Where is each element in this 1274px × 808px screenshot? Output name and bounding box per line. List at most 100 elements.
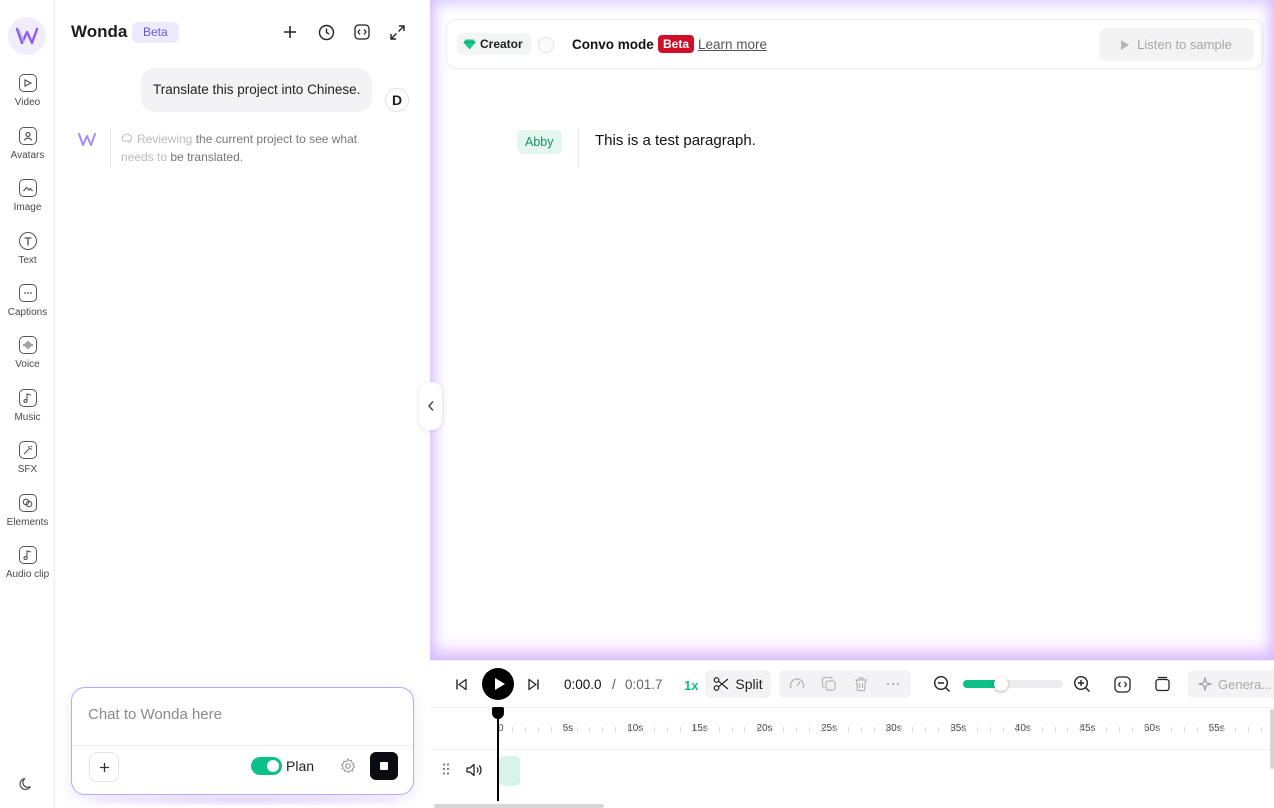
ruler-tick (1170, 727, 1172, 732)
layers-icon (1154, 676, 1170, 691)
ruler-tick (1093, 727, 1095, 732)
brain-icon (121, 133, 133, 143)
speaker-tag[interactable]: Abby (517, 130, 562, 154)
add-attachment-button[interactable] (89, 752, 119, 782)
split-button[interactable]: Split (705, 670, 771, 698)
editor-toolbar: Creator Convo mode Beta Learn more Liste… (446, 19, 1263, 69)
zoom-in-button[interactable] (1073, 675, 1091, 693)
listen-sample-button[interactable]: Listen to sample (1099, 28, 1254, 61)
trash-icon[interactable] (853, 676, 869, 692)
ruler-tick (912, 727, 914, 732)
stop-icon (380, 762, 388, 770)
ruler-tick (731, 727, 733, 732)
stop-button[interactable] (370, 752, 398, 780)
generate-button[interactable]: Genera... (1188, 670, 1274, 698)
zoom-out-button[interactable] (933, 675, 951, 693)
audio-clip-block[interactable] (499, 756, 520, 786)
rail-item-video[interactable]: Video (0, 72, 55, 120)
ruler-tick (1002, 727, 1004, 732)
video-icon (18, 74, 37, 92)
ruler-tick (1067, 727, 1069, 732)
ruler-tick (1132, 727, 1134, 732)
gear-icon[interactable] (340, 758, 356, 774)
editor-glow (430, 0, 1274, 660)
playback-speed[interactable]: 1x (684, 678, 698, 693)
ruler-tick (860, 727, 862, 732)
rail-item-sfx[interactable]: SFX (0, 439, 55, 487)
fit-timeline-button[interactable] (1113, 675, 1131, 693)
ruler-tick (899, 727, 901, 732)
script-paragraph[interactable]: This is a test paragraph. (595, 132, 756, 149)
learn-more-link[interactable]: Learn more (698, 37, 767, 52)
chat-composer: Plan (71, 687, 414, 795)
duplicate-icon[interactable] (821, 676, 837, 692)
code-icon (354, 24, 370, 40)
playhead-handle[interactable] (492, 707, 504, 719)
layers-button[interactable] (1153, 675, 1171, 693)
ruler-tick (654, 727, 656, 732)
ruler-tick (615, 727, 617, 732)
rail-item-label: Image (13, 202, 42, 213)
ruler-tick (951, 724, 953, 732)
ruler-tick (1028, 727, 1030, 732)
speaker-icon[interactable] (465, 761, 483, 779)
rail-item-captions[interactable]: Captions (0, 282, 55, 330)
rail-item-music[interactable]: Music (0, 387, 55, 435)
vertical-scrollbar[interactable] (1270, 709, 1274, 769)
rail-item-audio-clip[interactable]: Audio clip (0, 544, 55, 592)
ruler-tick (705, 727, 707, 732)
playhead[interactable] (497, 707, 499, 801)
zoom-slider[interactable] (963, 677, 1063, 691)
ruler-tick (964, 727, 966, 732)
dark-mode-icon[interactable] (19, 776, 35, 792)
audio-track (430, 749, 1274, 789)
skip-forward-button[interactable] (524, 675, 542, 693)
composer-divider (72, 745, 413, 746)
code-button[interactable] (352, 22, 372, 42)
ruler-tick (989, 727, 991, 732)
convo-beta-badge: Beta (658, 35, 695, 53)
more-icon[interactable] (885, 676, 901, 692)
zoom-slider-knob[interactable] (994, 677, 1008, 691)
drag-handle-icon[interactable] (441, 762, 451, 776)
collapse-panel-button[interactable] (419, 382, 442, 430)
ruler-tick (783, 727, 785, 732)
creator-badge[interactable]: Creator (457, 33, 531, 55)
history-button[interactable] (316, 22, 336, 42)
ruler-tick (1145, 724, 1146, 732)
chat-input[interactable] (88, 706, 388, 723)
convo-mode-toggle[interactable] (538, 37, 554, 53)
rail-item-avatars[interactable]: Avatars (0, 125, 55, 173)
thinking-faded: needs to (121, 150, 168, 164)
skip-back-button[interactable] (452, 675, 470, 693)
ruler-tick (977, 727, 979, 732)
timeline-ruler[interactable]: 0 5s 10s 15s 20s 25s 30s 35s 40s 45s 50s 55s (430, 707, 1274, 747)
app-root: Video Avatars Image Text Captions Voice … (0, 0, 1274, 808)
plan-toggle[interactable] (251, 757, 282, 775)
rail-item-label: Text (18, 255, 37, 266)
new-chat-button[interactable] (280, 22, 300, 42)
expand-button[interactable] (387, 22, 407, 42)
ruler-tick (1248, 727, 1250, 732)
ruler-tick (1222, 727, 1224, 732)
rail-item-text[interactable]: Text (0, 230, 55, 278)
ruler-tick (499, 724, 500, 732)
play-button[interactable] (482, 668, 514, 700)
ruler-tick (925, 727, 927, 732)
skip-forward-icon (527, 678, 539, 690)
rail-item-image[interactable]: Image (0, 177, 55, 225)
captions-icon (18, 284, 37, 302)
ruler-tick (602, 727, 604, 732)
composer-glow (95, 795, 395, 805)
ruler-tick (873, 727, 875, 732)
wonda-logo[interactable] (8, 17, 46, 55)
ruler-tick (550, 727, 552, 732)
play-icon (494, 678, 505, 690)
rail-item-elements[interactable]: Elements (0, 492, 55, 540)
speed-icon[interactable] (789, 676, 805, 692)
elements-icon (18, 494, 37, 512)
rail-item-voice[interactable]: Voice (0, 334, 55, 382)
ruler-tick (1196, 727, 1198, 732)
rail-item-label: Elements (6, 517, 49, 528)
horizontal-scrollbar[interactable] (434, 804, 604, 808)
